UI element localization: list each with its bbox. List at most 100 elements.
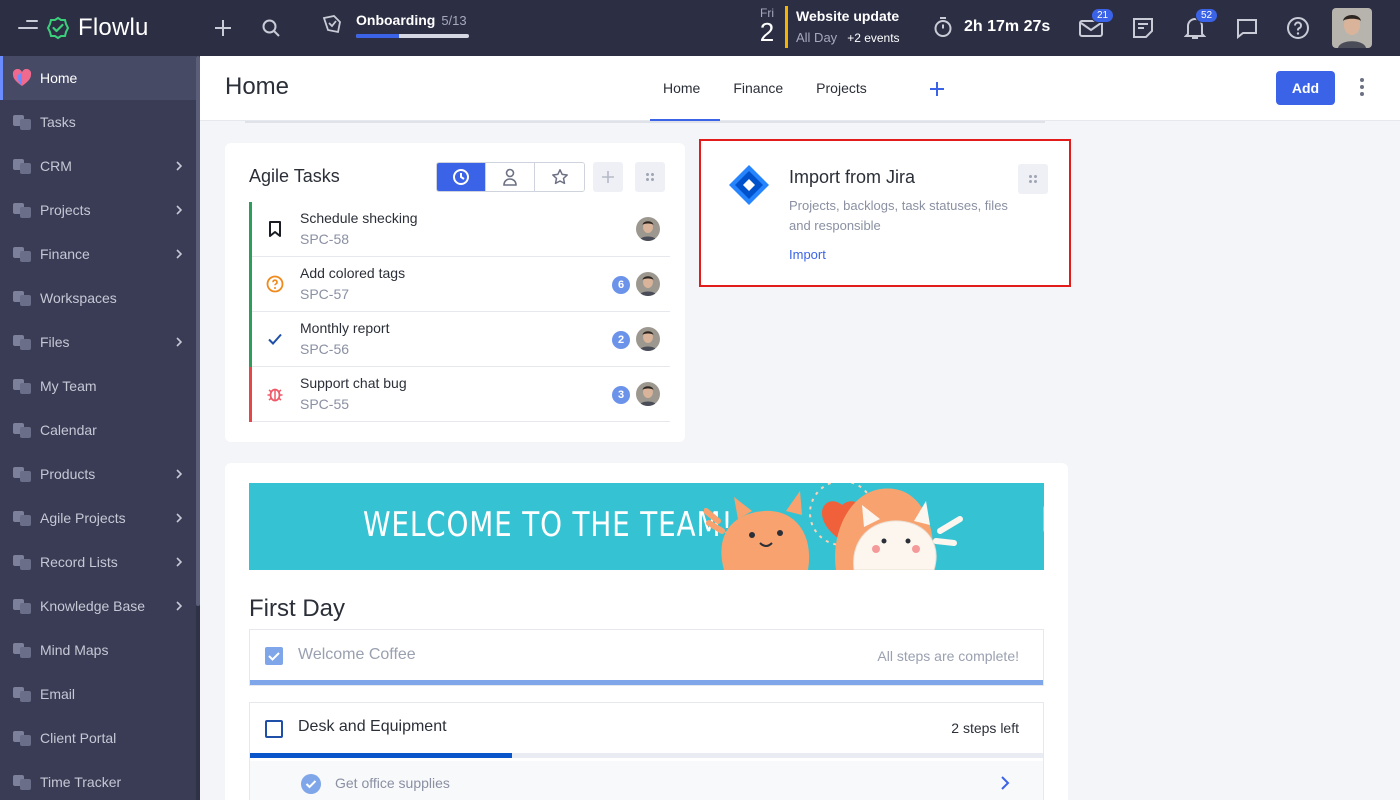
sidebar-item-record-lists[interactable]: Record Lists — [0, 540, 196, 584]
task-row[interactable]: Schedule shecking SPC-58 — [249, 202, 670, 257]
task-title: Add colored tags — [300, 265, 406, 281]
drag-handle-icon[interactable] — [1043, 505, 1044, 533]
task-assignee-avatar[interactable] — [636, 327, 660, 351]
task-id: SPC-55 — [300, 396, 350, 412]
onboarding-widget[interactable]: Onboarding 5/13 — [320, 12, 469, 38]
filter-favorites-button[interactable] — [535, 163, 584, 191]
substep-get-office-supplies[interactable]: Get office supplies — [250, 761, 1043, 800]
projects-icon — [13, 203, 31, 218]
agile-projects-icon — [13, 511, 31, 526]
cats-illustration — [704, 483, 963, 570]
task-id: SPC-58 — [300, 231, 350, 247]
sidebar-item-label: Projects — [40, 202, 91, 218]
email-icon — [13, 687, 31, 702]
sidebar-item-label: Files — [40, 334, 70, 350]
checklist-step-welcome-coffee[interactable]: Welcome Coffee All steps are complete! — [249, 629, 1044, 686]
sidebar-item-label: Mind Maps — [40, 642, 109, 658]
sidebar-item-my-team[interactable]: My Team — [0, 364, 196, 408]
user-avatar[interactable] — [1332, 8, 1372, 48]
calendar-more-events[interactable]: +2 events — [847, 31, 899, 45]
files-icon — [13, 335, 31, 350]
sidebar-item-agile-projects[interactable]: Agile Projects — [0, 496, 196, 540]
filter-assigned-button[interactable] — [486, 163, 535, 191]
sidebar-item-home[interactable]: Home — [0, 56, 196, 100]
task-assignee-avatar[interactable] — [636, 272, 660, 296]
chevron-right-icon — [176, 469, 183, 479]
add-tab-icon[interactable] — [928, 80, 946, 98]
step-status: All steps are complete! — [877, 648, 1019, 664]
app-logo[interactable]: Flowlu — [46, 14, 149, 42]
task-id: SPC-57 — [300, 286, 350, 302]
flowlu-logo-icon — [46, 16, 70, 40]
jira-import-link[interactable]: Import — [789, 247, 826, 262]
task-row[interactable]: Monthly report SPC-56 2 — [249, 312, 670, 367]
sidebar-item-client-portal[interactable]: Client Portal — [0, 716, 196, 760]
calendar-icon — [13, 423, 31, 438]
task-assignee-avatar[interactable] — [636, 217, 660, 241]
sidebar-item-label: Products — [40, 466, 96, 482]
notes-icon[interactable] — [1131, 16, 1155, 40]
top-bar: Flowlu Onboarding 5/13 Fri 2 Website upda… — [0, 0, 1400, 56]
sidebar-item-crm[interactable]: CRM — [0, 144, 196, 188]
sidebar-item-email[interactable]: Email — [0, 672, 196, 716]
sidebar-item-time-tracker[interactable]: Time Tracker — [0, 760, 196, 800]
record-lists-icon — [13, 555, 31, 570]
jira-title: Import from Jira — [789, 167, 916, 187]
sidebar-item-workspaces[interactable]: Workspaces — [0, 276, 196, 320]
notification-badge: 52 — [1195, 8, 1219, 23]
sidebar-item-label: Workspaces — [40, 290, 117, 306]
checkbox-checked[interactable] — [265, 647, 283, 665]
menu-toggle-icon[interactable] — [18, 20, 38, 36]
task-title: Monthly report — [300, 320, 390, 336]
checkbox-unchecked[interactable] — [265, 720, 283, 738]
sidebar-item-label: Time Tracker — [40, 774, 122, 790]
step-title: Welcome Coffee — [298, 646, 416, 663]
filter-recent-button[interactable] — [437, 163, 486, 191]
sidebar-item-products[interactable]: Products — [0, 452, 196, 496]
sidebar-item-finance[interactable]: Finance — [0, 232, 196, 276]
bell-icon[interactable]: 52 — [1183, 8, 1219, 40]
help-icon[interactable] — [1286, 16, 1310, 40]
search-icon[interactable] — [259, 16, 283, 40]
calendar-widget[interactable]: Fri 2 Website update All Day +2 events — [756, 6, 900, 48]
time-tracker-widget[interactable]: 2h 17m 27s — [932, 16, 1050, 38]
sidebar-item-label: Calendar — [40, 422, 97, 438]
add-button[interactable]: Add — [1276, 71, 1335, 105]
task-assignee-avatar[interactable] — [636, 382, 660, 406]
finance-icon — [13, 247, 31, 262]
more-options-icon[interactable] — [1358, 78, 1366, 98]
sidebar-item-label: Home — [40, 70, 78, 86]
onboarding-icon — [320, 12, 344, 36]
sidebar-item-knowledge-base[interactable]: Knowledge Base — [0, 584, 196, 628]
tab-home[interactable]: Home — [650, 56, 721, 121]
drag-handle-icon[interactable] — [635, 162, 665, 192]
plus-icon[interactable] — [211, 16, 235, 40]
onboarding-label: Onboarding — [356, 12, 436, 28]
jira-logo-icon — [729, 165, 769, 205]
sidebar-item-mind-maps[interactable]: Mind Maps — [0, 628, 196, 672]
task-row[interactable]: Add colored tags SPC-57 6 — [249, 257, 670, 312]
checklist-step-desk-equipment[interactable]: Desk and Equipment 2 steps left Get offi… — [249, 702, 1044, 800]
mail-icon[interactable]: 21 — [1079, 8, 1115, 40]
first-day-title: First Day — [249, 595, 345, 622]
sidebar-item-label: Agile Projects — [40, 510, 126, 526]
page-header: Home Home Finance Projects Add — [200, 56, 1400, 121]
sidebar-item-calendar[interactable]: Calendar — [0, 408, 196, 452]
chat-icon[interactable] — [1235, 16, 1259, 40]
sidebar-item-tasks[interactable]: Tasks — [0, 100, 196, 144]
check-circle-icon — [301, 774, 321, 794]
chevron-right-icon — [176, 337, 183, 347]
home-icon — [12, 69, 32, 86]
workspaces-icon — [13, 291, 31, 306]
drag-handle-icon[interactable] — [1018, 164, 1048, 194]
task-id: SPC-56 — [300, 341, 350, 357]
add-task-button[interactable] — [593, 162, 623, 192]
step-progress — [250, 753, 1043, 758]
user-icon — [503, 168, 517, 186]
onboarding-count: 5/13 — [441, 13, 467, 28]
sidebar-item-files[interactable]: Files — [0, 320, 196, 364]
tab-projects[interactable]: Projects — [803, 56, 887, 120]
tab-finance[interactable]: Finance — [720, 56, 803, 120]
task-row[interactable]: Support chat bug SPC-55 3 — [249, 367, 670, 422]
sidebar-item-projects[interactable]: Projects — [0, 188, 196, 232]
